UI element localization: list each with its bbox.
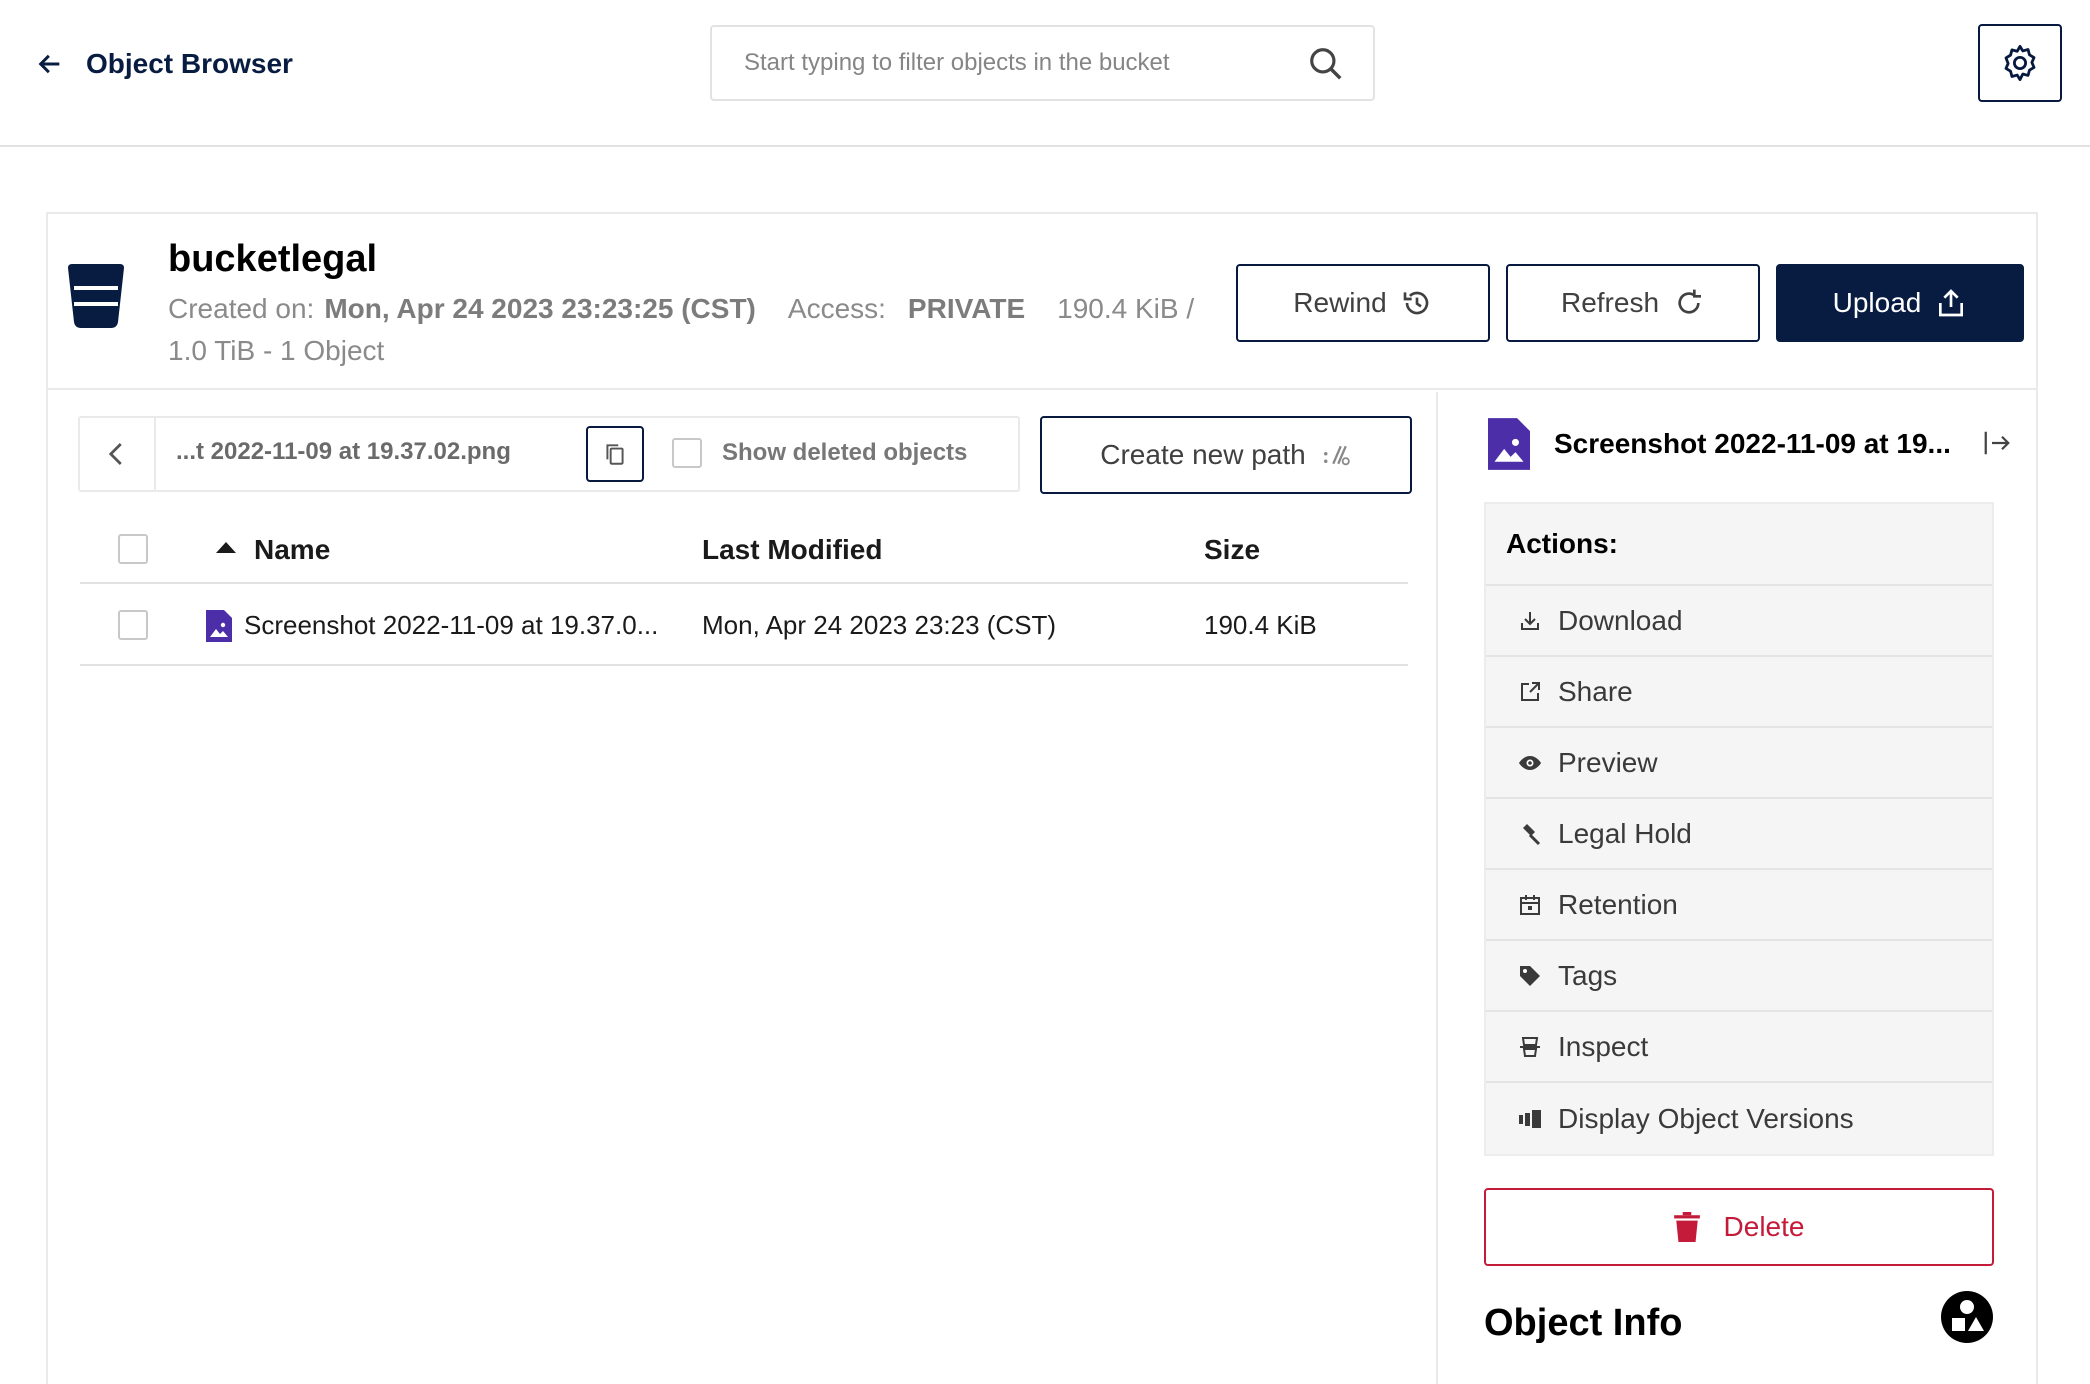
current-path: ...t 2022-11-09 at 19.37.02.png	[176, 438, 511, 465]
column-last-modified[interactable]: Last Modified	[702, 534, 882, 566]
action-label: Preview	[1558, 746, 1658, 778]
table-row[interactable]: Screenshot 2022-11-09 at 19.37.0... Mon,…	[80, 586, 1408, 666]
row-checkbox[interactable]	[118, 610, 148, 640]
settings-button[interactable]	[1978, 24, 2062, 102]
column-size[interactable]: Size	[1204, 534, 1260, 566]
upload-label: Upload	[1832, 287, 1922, 318]
refresh-button[interactable]: Refresh	[1506, 264, 1760, 342]
path-bar: ...t 2022-11-09 at 19.37.02.png Show del…	[78, 416, 1020, 492]
create-new-path-button[interactable]: Create new path	[1040, 416, 1412, 494]
refresh-icon	[1678, 289, 1702, 314]
upload-icon	[1939, 289, 1964, 317]
inspect-icon	[1520, 1036, 1540, 1057]
action-label: Inspect	[1558, 1030, 1649, 1062]
access-label: Access:	[787, 293, 886, 324]
action-label: Download	[1558, 604, 1683, 636]
actions-list: Actions: Download Share Preview Legal Ho…	[1484, 502, 1994, 1156]
calendar-icon	[1520, 894, 1540, 915]
sort-ascending-icon	[216, 542, 236, 553]
download-icon	[1521, 611, 1539, 630]
select-all-checkbox[interactable]	[118, 534, 148, 564]
share-icon	[1521, 681, 1540, 701]
action-display-versions[interactable]: Display Object Versions	[1486, 1083, 1992, 1154]
refresh-label: Refresh	[1560, 287, 1660, 318]
action-label: Display Object Versions	[1558, 1102, 1854, 1134]
action-share[interactable]: Share	[1486, 657, 1992, 728]
object-info-icon[interactable]	[1940, 1290, 1994, 1344]
image-file-icon	[206, 610, 232, 642]
bucket-meta: Created on: Mon, Apr 24 2023 23:23:25 (CS…	[168, 288, 1238, 372]
show-deleted-toggle[interactable]: Show deleted objects	[672, 438, 967, 468]
show-deleted-checkbox[interactable]	[672, 438, 702, 468]
created-label: Created on:	[168, 293, 315, 324]
action-preview[interactable]: Preview	[1486, 728, 1992, 799]
action-label: Retention	[1558, 888, 1678, 920]
back-to-object-browser[interactable]: Object Browser	[36, 44, 293, 84]
chevron-left-icon	[108, 443, 122, 465]
table-header: Name Last Modified Size	[80, 514, 1408, 584]
rewind-button[interactable]: Rewind	[1236, 264, 1490, 342]
bucket-icon	[68, 264, 124, 328]
upload-button[interactable]: Upload	[1776, 264, 2024, 342]
history-icon	[1403, 291, 1429, 315]
collapse-panel-icon[interactable]	[1982, 428, 2012, 458]
details-title: Screenshot 2022-11-09 at 19...	[1488, 416, 2028, 472]
row-name: Screenshot 2022-11-09 at 19.37.0...	[244, 610, 659, 640]
rewind-label: Rewind	[1293, 287, 1387, 318]
object-list-area: ...t 2022-11-09 at 19.37.02.png Show del…	[48, 392, 1438, 1384]
column-name[interactable]: Name	[216, 534, 331, 566]
column-name-label: Name	[254, 534, 331, 565]
row-size: 190.4 KiB	[1204, 610, 1317, 640]
action-download[interactable]: Download	[1486, 586, 1992, 657]
details-file-name: Screenshot 2022-11-09 at 19...	[1554, 428, 1951, 459]
eye-icon	[1519, 755, 1541, 770]
delete-label: Delete	[1723, 1211, 1805, 1242]
search-icon[interactable]	[1307, 45, 1345, 83]
action-label: Share	[1558, 675, 1633, 707]
action-label: Tags	[1558, 959, 1618, 991]
bucket-header: bucketlegal Created on: Mon, Apr 24 2023 …	[48, 214, 2036, 390]
created-value: Mon, Apr 24 2023 23:23:25 (CST)	[324, 293, 756, 324]
action-label: Legal Hold	[1558, 817, 1692, 849]
action-tags[interactable]: Tags	[1486, 941, 1992, 1012]
delete-button[interactable]: Delete	[1484, 1188, 1994, 1266]
new-path-icon	[1323, 445, 1350, 466]
object-info-heading: Object Info	[1484, 1302, 1683, 1344]
tag-icon	[1520, 965, 1540, 986]
gear-icon	[2004, 44, 2036, 82]
action-legal-hold[interactable]: Legal Hold	[1486, 799, 1992, 870]
bucket-panel: bucketlegal Created on: Mon, Apr 24 2023 …	[46, 212, 2038, 1384]
actions-heading: Actions:	[1486, 504, 1992, 586]
trash-icon	[1673, 1212, 1700, 1242]
page-title: Object Browser	[86, 48, 293, 79]
access-value: PRIVATE	[907, 293, 1026, 324]
create-path-label: Create new path	[1100, 439, 1306, 470]
copy-icon	[606, 444, 624, 465]
bucket-name: bucketlegal	[168, 238, 378, 280]
image-file-icon	[1488, 418, 1530, 470]
show-deleted-label: Show deleted objects	[722, 439, 968, 466]
back-arrow-icon	[38, 54, 60, 74]
path-back-button[interactable]	[80, 418, 156, 490]
object-details-panel: Screenshot 2022-11-09 at 19... Actions: …	[1440, 392, 2036, 1384]
versions-icon	[1519, 1109, 1541, 1128]
action-inspect[interactable]: Inspect	[1486, 1012, 1992, 1083]
search-input[interactable]	[744, 49, 1284, 77]
row-modified: Mon, Apr 24 2023 23:23 (CST)	[702, 610, 1057, 640]
action-retention[interactable]: Retention	[1486, 870, 1992, 941]
copy-path-button[interactable]	[586, 426, 644, 482]
filter-search-box[interactable]	[710, 25, 1375, 101]
top-bar: Object Browser	[0, 0, 2090, 147]
gavel-icon	[1523, 823, 1541, 845]
